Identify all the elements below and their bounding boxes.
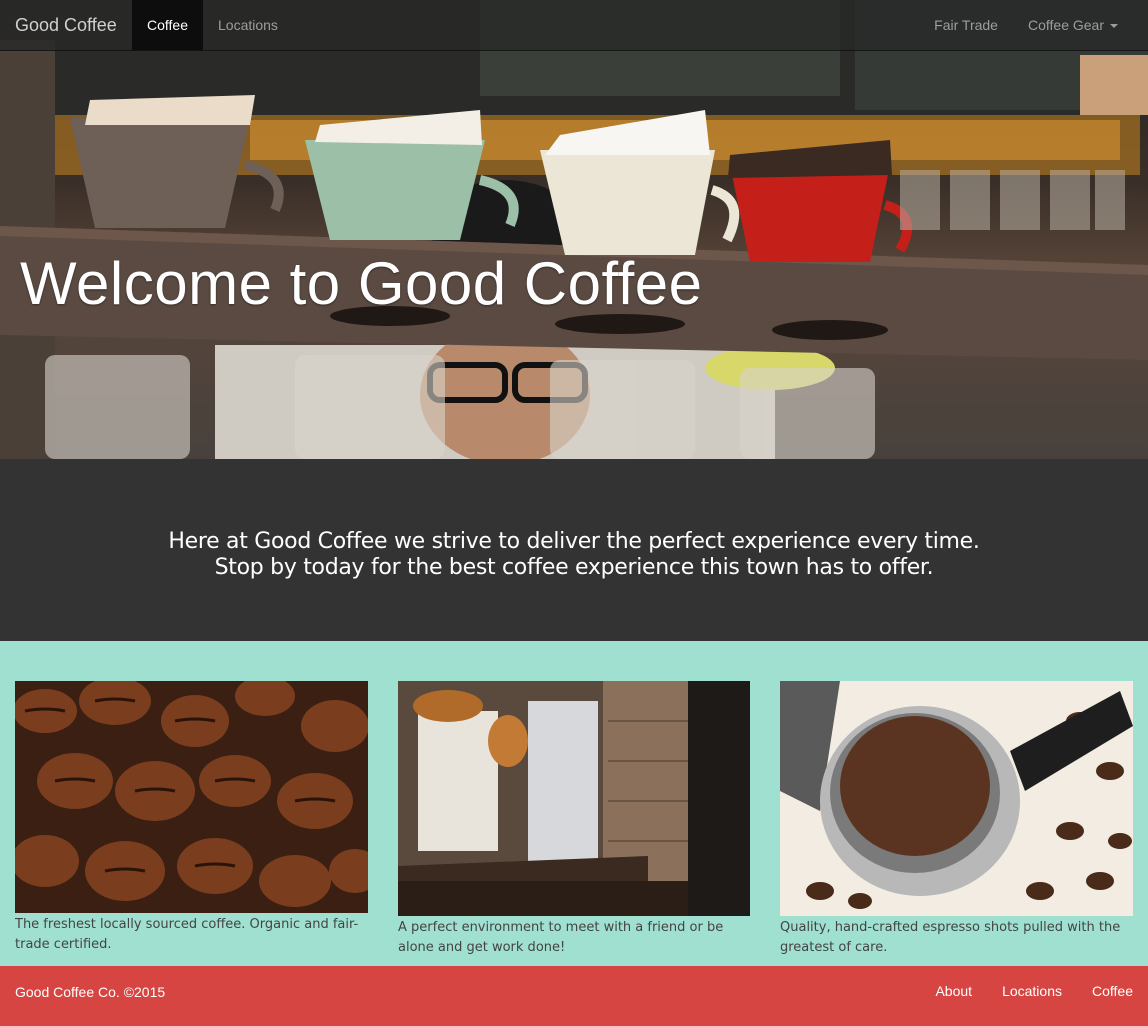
footer-link-about[interactable]: About <box>905 966 972 1016</box>
nav-right: Fair Trade Coffee Gear <box>919 0 1133 50</box>
feature-caption: Quality, hand-crafted espresso shots pul… <box>780 920 1121 955</box>
caret-down-icon <box>1110 24 1118 29</box>
feature-environment: A perfect environment to meet with a fri… <box>398 681 750 958</box>
feature-beans: The freshest locally sourced coffee. Org… <box>15 681 368 955</box>
intro-line-2: Stop by today for the best coffee experi… <box>214 555 934 580</box>
nav-item-locations[interactable]: Locations <box>203 0 293 50</box>
feature-caption: The freshest locally sourced coffee. Org… <box>15 917 359 952</box>
brand-link[interactable]: Good Coffee <box>15 15 117 36</box>
coffee-beans-image <box>15 681 368 913</box>
copyright-text: Good Coffee Co. ©2015 <box>15 984 166 1000</box>
footer-nav: About Locations Coffee <box>905 966 1133 1016</box>
intro-section: Here at Good Coffee we strive to deliver… <box>0 459 1148 641</box>
nav-item-coffee-gear[interactable]: Coffee Gear <box>1013 0 1133 50</box>
feature-espresso: Quality, hand-crafted espresso shots pul… <box>780 681 1133 958</box>
footer-link-coffee[interactable]: Coffee <box>1062 966 1133 1016</box>
nav-item-fair-trade[interactable]: Fair Trade <box>919 0 1013 50</box>
top-navbar: Good Coffee Coffee Locations Fair Trade … <box>0 0 1148 51</box>
cafe-interior-image <box>398 681 750 916</box>
footer: Good Coffee Co. ©2015 About Locations Co… <box>0 966 1148 1026</box>
nav-left: Coffee Locations <box>132 0 293 50</box>
hero-banner: Welcome to Good Coffee <box>0 0 1148 459</box>
feature-caption: A perfect environment to meet with a fri… <box>398 920 724 955</box>
nav-item-coffee-gear-label: Coffee Gear <box>1027 17 1104 33</box>
nav-item-coffee[interactable]: Coffee <box>132 0 203 50</box>
hero-title: Welcome to Good Coffee <box>20 250 703 317</box>
footer-link-locations[interactable]: Locations <box>972 966 1062 1016</box>
intro-line-1: Here at Good Coffee we strive to deliver… <box>168 529 980 554</box>
espresso-portafilter-image <box>780 681 1133 916</box>
hero-photo <box>0 0 1148 459</box>
